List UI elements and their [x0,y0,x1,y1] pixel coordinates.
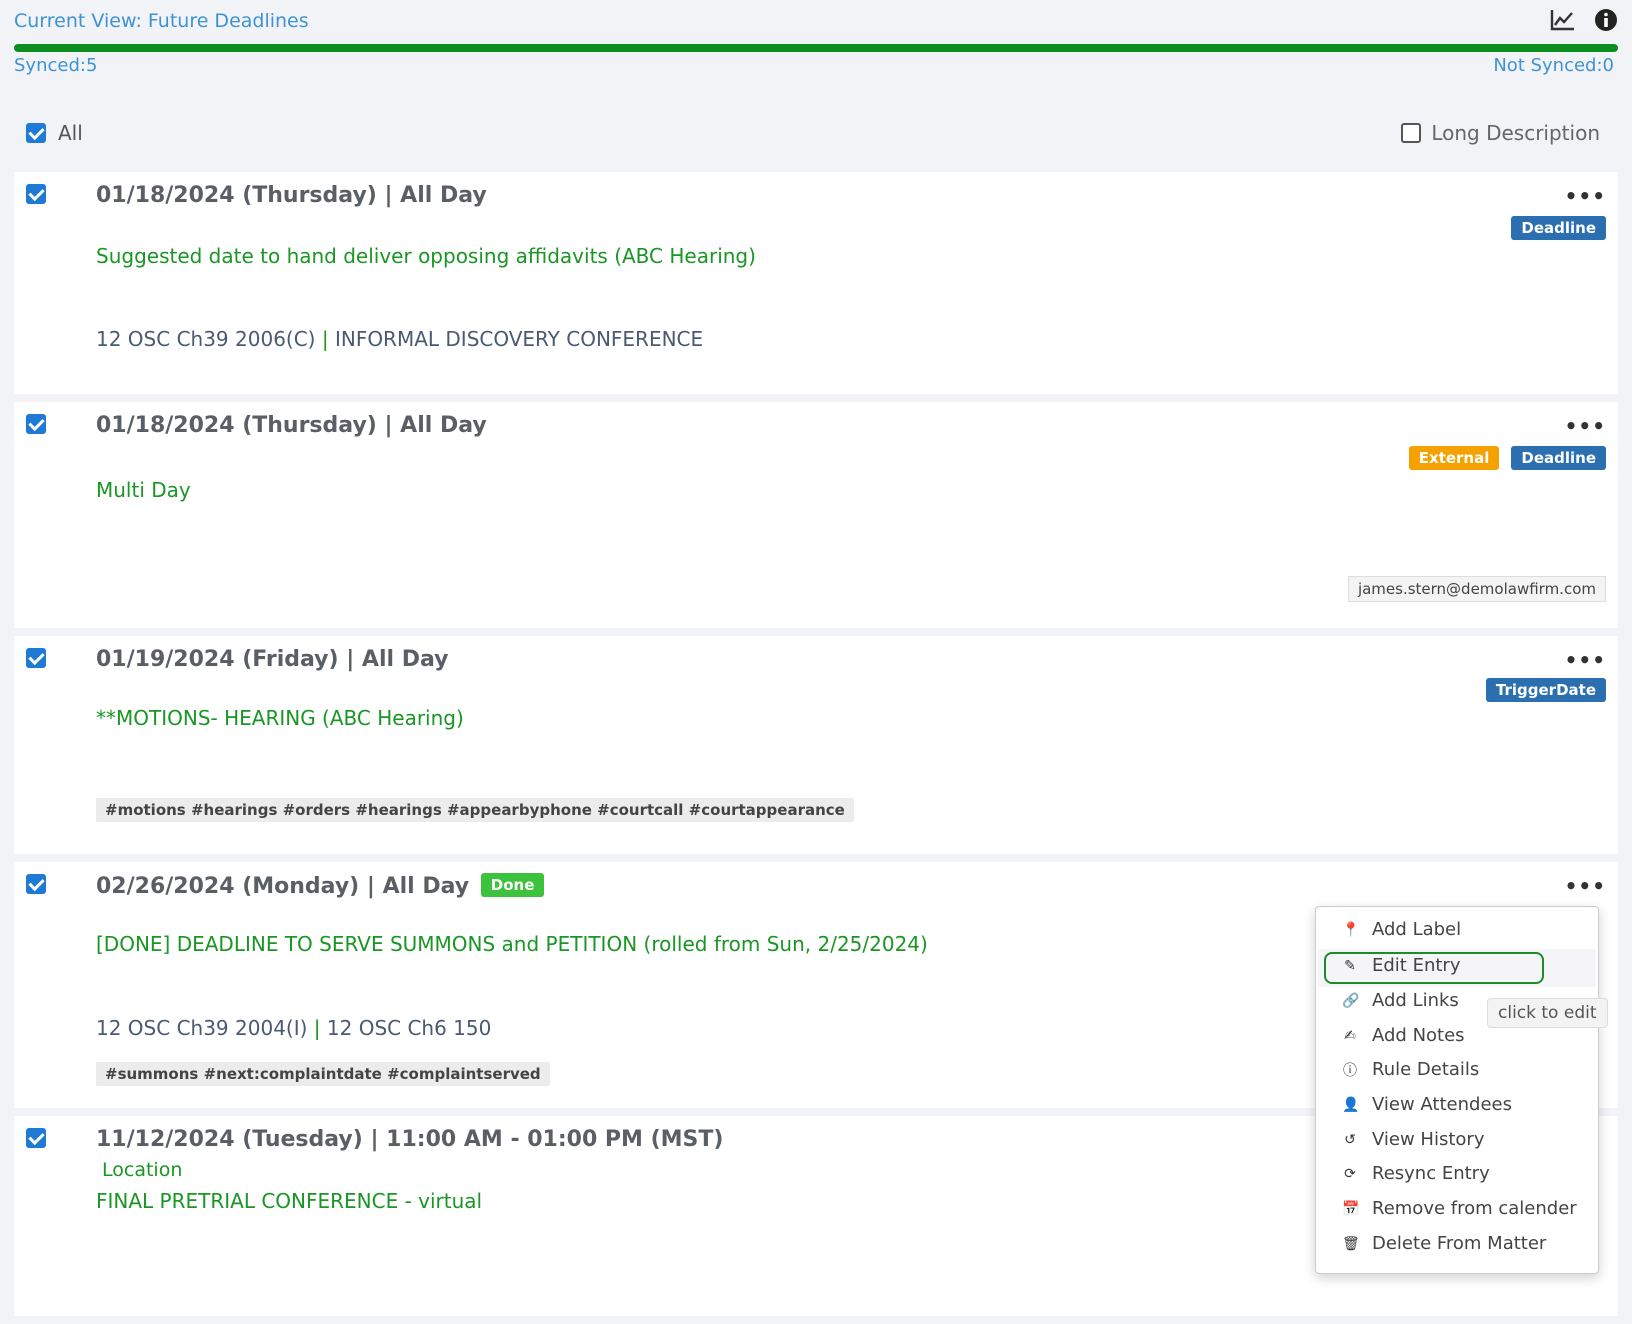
rule-citation: 12 OSC Ch39 2004(I) [96,1016,308,1040]
entry-checkbox[interactable] [26,648,46,668]
deadline-entry: 01/19/2024 (Friday) | All Day ••• Trigge… [14,636,1618,862]
entry-tags: #summons #next:complaintdate #complaints… [96,1062,550,1086]
rule-separator: | [321,327,329,351]
more-options-icon[interactable]: ••• [1565,414,1606,438]
menu-item-label: Resync Entry [1372,1163,1490,1184]
current-view-link[interactable]: Current View: Future Deadlines [14,10,309,32]
entry-title[interactable]: [DONE] DEADLINE TO SERVE SUMMONS and PET… [96,932,928,956]
menu-item-remove-from-calendar[interactable]: 📅 Remove from calender [1342,1198,1577,1219]
select-all-checkbox[interactable] [26,123,46,143]
long-description-checkbox[interactable] [1401,123,1422,143]
deadline-entry: 01/18/2024 (Thursday) | All Day ••• Dead… [14,172,1618,402]
entry-checkbox[interactable] [26,874,46,894]
edit-tooltip: click to edit [1487,998,1608,1028]
long-description-label: Long Description [1431,121,1600,145]
entry-date: 02/26/2024 (Monday) | All Day Done [96,873,545,899]
entry-date-text: 02/26/2024 (Monday) | All Day [96,874,470,899]
menu-item-add-label[interactable]: 📍 Add Label [1342,919,1461,940]
entry-location: Location [102,1159,183,1181]
entry-checkbox[interactable] [26,1128,46,1148]
deadline-badge: Deadline [1511,216,1606,240]
link-icon: 🔗 [1342,992,1360,1009]
entry-context-menu: 📍 Add Label ✎ Edit Entry 🔗 Add Links ✍ A… [1315,906,1599,1274]
entry-title[interactable]: FINAL PRETRIAL CONFERENCE - virtual [96,1189,482,1213]
more-options-icon[interactable]: ••• [1565,648,1606,672]
menu-item-label: Remove from calender [1372,1198,1577,1219]
entry-rule: 12 OSC Ch39 2004(I) | 12 OSC Ch6 150 [96,1016,491,1040]
rule-name: 12 OSC Ch6 150 [326,1016,492,1040]
entry-date: 01/18/2024 (Thursday) | All Day [96,413,487,438]
menu-item-view-attendees[interactable]: 👤 View Attendees [1342,1094,1512,1115]
entry-tags: #motions #hearings #orders #hearings #ap… [96,798,854,822]
select-all-label: All [58,121,83,145]
external-badge: External [1408,446,1500,470]
pencil-icon: ✎ [1344,957,1356,974]
entry-rule: 12 OSC Ch39 2006(C) | INFORMAL DISCOVERY… [96,327,703,351]
top-icons [1550,8,1618,32]
calendar-remove-icon: 📅 [1342,1200,1360,1217]
deadline-entry: 01/18/2024 (Thursday) | All Day ••• Exte… [14,402,1618,636]
menu-item-label: Add Links [1372,990,1459,1011]
select-all-row: All [26,121,83,145]
line-chart-icon[interactable] [1550,8,1576,32]
menu-item-edit-entry[interactable]: ✎ Edit Entry [1342,955,1460,976]
entry-date: 01/18/2024 (Thursday) | All Day [96,183,487,208]
entry-checkbox[interactable] [26,184,46,204]
history-icon: ↺ [1344,1131,1356,1148]
long-description-toggle: Long Description [1401,121,1600,145]
attendee-email: james.stern@demolawfirm.com [1347,576,1606,602]
entry-title[interactable]: **MOTIONS- HEARING (ABC Hearing) [96,706,464,730]
rule-separator: | [313,1016,321,1040]
entry-badges: TriggerDate [1485,678,1606,702]
synced-count[interactable]: Synced:5 [14,55,97,76]
more-options-icon[interactable]: ••• [1565,184,1606,208]
trigger-date-badge: TriggerDate [1485,678,1606,702]
menu-item-add-notes[interactable]: ✍ Add Notes [1342,1025,1465,1046]
menu-item-label: Edit Entry [1372,955,1461,976]
menu-item-delete-from-matter[interactable]: 🗑 Delete From Matter [1342,1233,1546,1254]
rule-name: INFORMAL DISCOVERY CONFERENCE [334,327,704,351]
menu-item-label: View History [1372,1129,1485,1150]
trash-icon: 🗑 [1342,1235,1360,1252]
top-bar: Current View: Future Deadlines [14,8,1618,36]
info-icon: ⓘ [1343,1062,1357,1079]
entry-title[interactable]: Suggested date to hand deliver opposing … [96,244,756,268]
edit-note-icon: ✍ [1344,1027,1356,1044]
menu-item-label: Rule Details [1372,1059,1480,1080]
menu-item-label: Add Label [1372,919,1462,940]
menu-item-label: View Attendees [1372,1094,1512,1115]
sync-progress-bar [14,44,1618,52]
done-badge: Done [480,873,545,897]
rule-citation: 12 OSC Ch39 2006(C) [96,327,316,351]
refresh-icon: ⟳ [1344,1165,1356,1182]
pin-icon: 📍 [1342,921,1360,938]
menu-item-label: Delete From Matter [1372,1233,1547,1254]
entry-badges: Deadline [1511,216,1606,240]
menu-item-view-history[interactable]: ↺ View History [1342,1129,1484,1150]
user-icon: 👤 [1342,1096,1360,1113]
menu-item-resync-entry[interactable]: ⟳ Resync Entry [1342,1163,1490,1184]
info-icon[interactable] [1594,8,1618,32]
entry-date: 11/12/2024 (Tuesday) | 11:00 AM - 01:00 … [96,1127,724,1152]
menu-item-rule-details[interactable]: ⓘ Rule Details [1342,1059,1479,1080]
not-synced-count[interactable]: Not Synced:0 [1493,55,1614,76]
deadline-badge: Deadline [1511,446,1606,470]
menu-item-label: Add Notes [1372,1025,1465,1046]
entry-title[interactable]: Multi Day [96,478,191,502]
entry-date: 01/19/2024 (Friday) | All Day [96,647,449,672]
menu-item-add-links[interactable]: 🔗 Add Links [1342,990,1459,1011]
entry-checkbox[interactable] [26,414,46,434]
entry-badges: External Deadline [1408,446,1606,470]
more-options-icon[interactable]: ••• [1565,874,1606,898]
